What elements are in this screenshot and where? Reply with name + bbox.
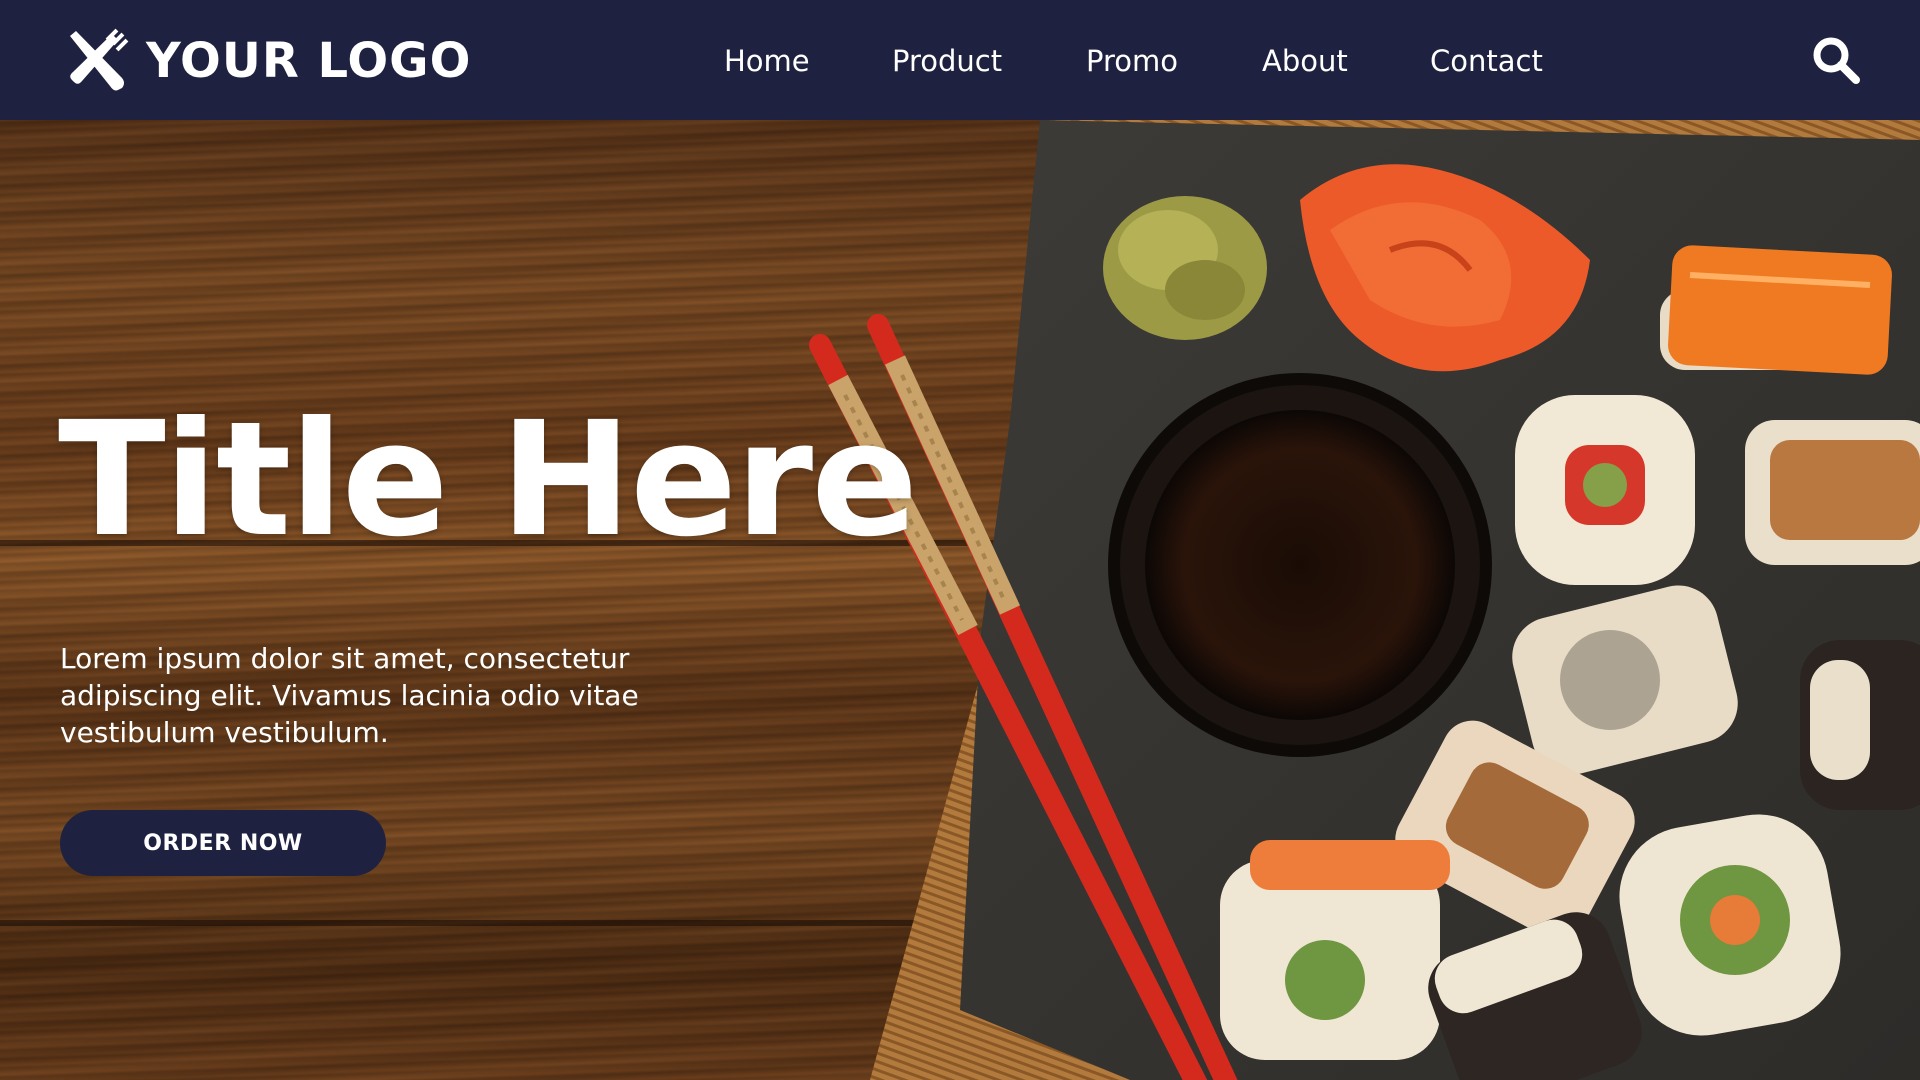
nav-about[interactable]: About: [1262, 44, 1348, 78]
sushi-roll: [1220, 840, 1450, 1060]
main-nav: Home Product Promo About Contact: [0, 0, 1920, 120]
search-button[interactable]: [1810, 34, 1862, 86]
top-navbar: YOUR LOGO Home Product Promo About Conta…: [0, 0, 1920, 120]
nav-promo[interactable]: Promo: [1086, 44, 1178, 78]
nav-contact[interactable]: Contact: [1430, 44, 1543, 78]
search-icon: [1813, 37, 1860, 84]
hero-title: Title Here: [58, 388, 918, 572]
wasabi: [1103, 196, 1267, 340]
nav-home[interactable]: Home: [724, 44, 810, 78]
sushi-roll: [1745, 420, 1920, 565]
order-now-button[interactable]: ORDER NOW: [60, 810, 386, 876]
hero-section: Title Here Lorem ipsum dolor sit amet, c…: [0, 120, 1920, 1080]
salmon-nigiri: [1660, 245, 1892, 375]
sushi-hero-image: [809, 120, 1920, 1080]
nav-product[interactable]: Product: [892, 44, 1002, 78]
hero-description: Lorem ipsum dolor sit amet, consectetur …: [60, 642, 639, 749]
sushi-roll: [1800, 640, 1920, 810]
sushi-roll: [1515, 395, 1695, 585]
soy-sauce-bowl: [1108, 373, 1492, 757]
